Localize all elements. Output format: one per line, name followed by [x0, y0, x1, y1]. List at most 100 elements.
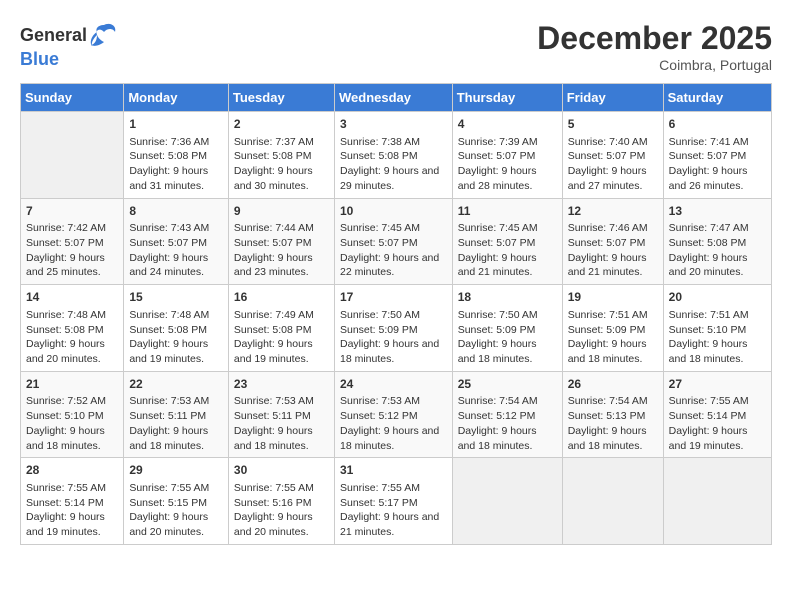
col-header-tuesday: Tuesday — [228, 84, 334, 112]
day-number: 6 — [669, 116, 766, 133]
day-number: 11 — [458, 203, 557, 220]
sunrise: Sunrise: 7:55 AM — [129, 482, 209, 494]
daylight: Daylight: 9 hours and 21 minutes. — [458, 252, 537, 279]
sunrise: Sunrise: 7:55 AM — [340, 482, 420, 494]
daylight: Daylight: 9 hours and 19 minutes. — [234, 338, 313, 365]
daylight: Daylight: 9 hours and 20 minutes. — [669, 252, 748, 279]
sunset: Sunset: 5:14 PM — [26, 497, 104, 509]
sunset: Sunset: 5:12 PM — [458, 410, 536, 422]
day-number: 15 — [129, 289, 223, 306]
day-cell: 14Sunrise: 7:48 AMSunset: 5:08 PMDayligh… — [21, 285, 124, 372]
sunrise: Sunrise: 7:49 AM — [234, 309, 314, 321]
logo-general: General — [20, 26, 87, 44]
day-number: 12 — [568, 203, 658, 220]
day-cell: 31Sunrise: 7:55 AMSunset: 5:17 PMDayligh… — [334, 458, 452, 545]
sunrise: Sunrise: 7:50 AM — [340, 309, 420, 321]
week-row-4: 21Sunrise: 7:52 AMSunset: 5:10 PMDayligh… — [21, 371, 772, 458]
day-number: 27 — [669, 376, 766, 393]
day-number: 14 — [26, 289, 118, 306]
day-cell — [562, 458, 663, 545]
daylight: Daylight: 9 hours and 19 minutes. — [129, 338, 208, 365]
sunrise: Sunrise: 7:36 AM — [129, 136, 209, 148]
day-number: 10 — [340, 203, 447, 220]
sunset: Sunset: 5:07 PM — [458, 237, 536, 249]
sunset: Sunset: 5:11 PM — [234, 410, 311, 422]
day-number: 7 — [26, 203, 118, 220]
sunset: Sunset: 5:07 PM — [568, 237, 646, 249]
day-cell: 10Sunrise: 7:45 AMSunset: 5:07 PMDayligh… — [334, 198, 452, 285]
day-cell: 19Sunrise: 7:51 AMSunset: 5:09 PMDayligh… — [562, 285, 663, 372]
title-area: December 2025 Coimbra, Portugal — [537, 20, 772, 73]
day-cell — [452, 458, 562, 545]
day-number: 8 — [129, 203, 223, 220]
daylight: Daylight: 9 hours and 18 minutes. — [568, 425, 647, 452]
col-header-friday: Friday — [562, 84, 663, 112]
day-cell: 27Sunrise: 7:55 AMSunset: 5:14 PMDayligh… — [663, 371, 771, 458]
sunrise: Sunrise: 7:51 AM — [568, 309, 648, 321]
daylight: Daylight: 9 hours and 25 minutes. — [26, 252, 105, 279]
day-cell: 3Sunrise: 7:38 AMSunset: 5:08 PMDaylight… — [334, 112, 452, 199]
sunset: Sunset: 5:08 PM — [26, 324, 104, 336]
daylight: Daylight: 9 hours and 20 minutes. — [26, 338, 105, 365]
daylight: Daylight: 9 hours and 18 minutes. — [669, 338, 748, 365]
day-number: 26 — [568, 376, 658, 393]
sunrise: Sunrise: 7:46 AM — [568, 222, 648, 234]
sunrise: Sunrise: 7:45 AM — [458, 222, 538, 234]
day-number: 22 — [129, 376, 223, 393]
day-number: 18 — [458, 289, 557, 306]
day-number: 4 — [458, 116, 557, 133]
sunset: Sunset: 5:09 PM — [458, 324, 536, 336]
day-cell: 9Sunrise: 7:44 AMSunset: 5:07 PMDaylight… — [228, 198, 334, 285]
day-number: 25 — [458, 376, 557, 393]
sunset: Sunset: 5:08 PM — [234, 150, 312, 162]
day-cell: 17Sunrise: 7:50 AMSunset: 5:09 PMDayligh… — [334, 285, 452, 372]
sunrise: Sunrise: 7:41 AM — [669, 136, 749, 148]
col-header-monday: Monday — [124, 84, 229, 112]
day-cell — [663, 458, 771, 545]
header-row: SundayMondayTuesdayWednesdayThursdayFrid… — [21, 84, 772, 112]
day-number: 19 — [568, 289, 658, 306]
sunset: Sunset: 5:07 PM — [458, 150, 536, 162]
daylight: Daylight: 9 hours and 23 minutes. — [234, 252, 313, 279]
week-row-2: 7Sunrise: 7:42 AMSunset: 5:07 PMDaylight… — [21, 198, 772, 285]
day-cell: 2Sunrise: 7:37 AMSunset: 5:08 PMDaylight… — [228, 112, 334, 199]
day-number: 2 — [234, 116, 329, 133]
sunrise: Sunrise: 7:38 AM — [340, 136, 420, 148]
week-row-1: 1 Sunrise: 7:36 AM Sunset: 5:08 PM Daylight… — [21, 112, 772, 199]
day-number: 1 — [129, 116, 223, 133]
day-number: 21 — [26, 376, 118, 393]
sunrise: Sunrise: 7:54 AM — [568, 395, 648, 407]
day-cell: 18Sunrise: 7:50 AMSunset: 5:09 PMDayligh… — [452, 285, 562, 372]
day-cell: 24Sunrise: 7:53 AMSunset: 5:12 PMDayligh… — [334, 371, 452, 458]
daylight: Daylight: 9 hours and 21 minutes. — [340, 511, 439, 538]
sunset: Sunset: 5:17 PM — [340, 497, 418, 509]
day-cell: 1Sunrise: 7:36 AMSunset: 5:08 PMDaylight… — [124, 112, 229, 199]
day-cell: 28Sunrise: 7:55 AMSunset: 5:14 PMDayligh… — [21, 458, 124, 545]
day-number: 17 — [340, 289, 447, 306]
daylight: Daylight: 9 hours and 18 minutes. — [26, 425, 105, 452]
day-cell: 12Sunrise: 7:46 AMSunset: 5:07 PMDayligh… — [562, 198, 663, 285]
day-number: 30 — [234, 462, 329, 479]
sunset: Sunset: 5:11 PM — [129, 410, 206, 422]
page-header: General Blue December 2025 Coimbra, Port… — [20, 20, 772, 73]
logo: General Blue — [20, 20, 119, 70]
sunrise: Sunrise: 7:44 AM — [234, 222, 314, 234]
day-cell: 13Sunrise: 7:47 AMSunset: 5:08 PMDayligh… — [663, 198, 771, 285]
day-number: 13 — [669, 203, 766, 220]
sunset: Sunset: 5:08 PM — [129, 324, 207, 336]
sunrise: Sunrise: 7:53 AM — [340, 395, 420, 407]
sunset: Sunset: 5:16 PM — [234, 497, 312, 509]
daylight: Daylight: 9 hours and 19 minutes. — [669, 425, 748, 452]
day-cell: 11 Sunrise: 7:45 AM Sunset: 5:07 PM Dayligh… — [452, 198, 562, 285]
daylight: Daylight: 9 hours and 18 minutes. — [340, 425, 439, 452]
sunset: Sunset: 5:09 PM — [568, 324, 646, 336]
sunrise: Sunrise: 7:43 AM — [129, 222, 209, 234]
col-header-saturday: Saturday — [663, 84, 771, 112]
day-cell: 21Sunrise: 7:52 AMSunset: 5:10 PMDayligh… — [21, 371, 124, 458]
sunset: Sunset: 5:09 PM — [340, 324, 418, 336]
day-cell: 4Sunrise: 7:39 AMSunset: 5:07 PMDaylight… — [452, 112, 562, 199]
daylight: Daylight: 9 hours and 18 minutes. — [234, 425, 313, 452]
daylight: Daylight: 9 hours and 26 minutes. — [669, 165, 748, 192]
day-cell: 5Sunrise: 7:40 AMSunset: 5:07 PMDaylight… — [562, 112, 663, 199]
main-title: December 2025 — [537, 20, 772, 57]
